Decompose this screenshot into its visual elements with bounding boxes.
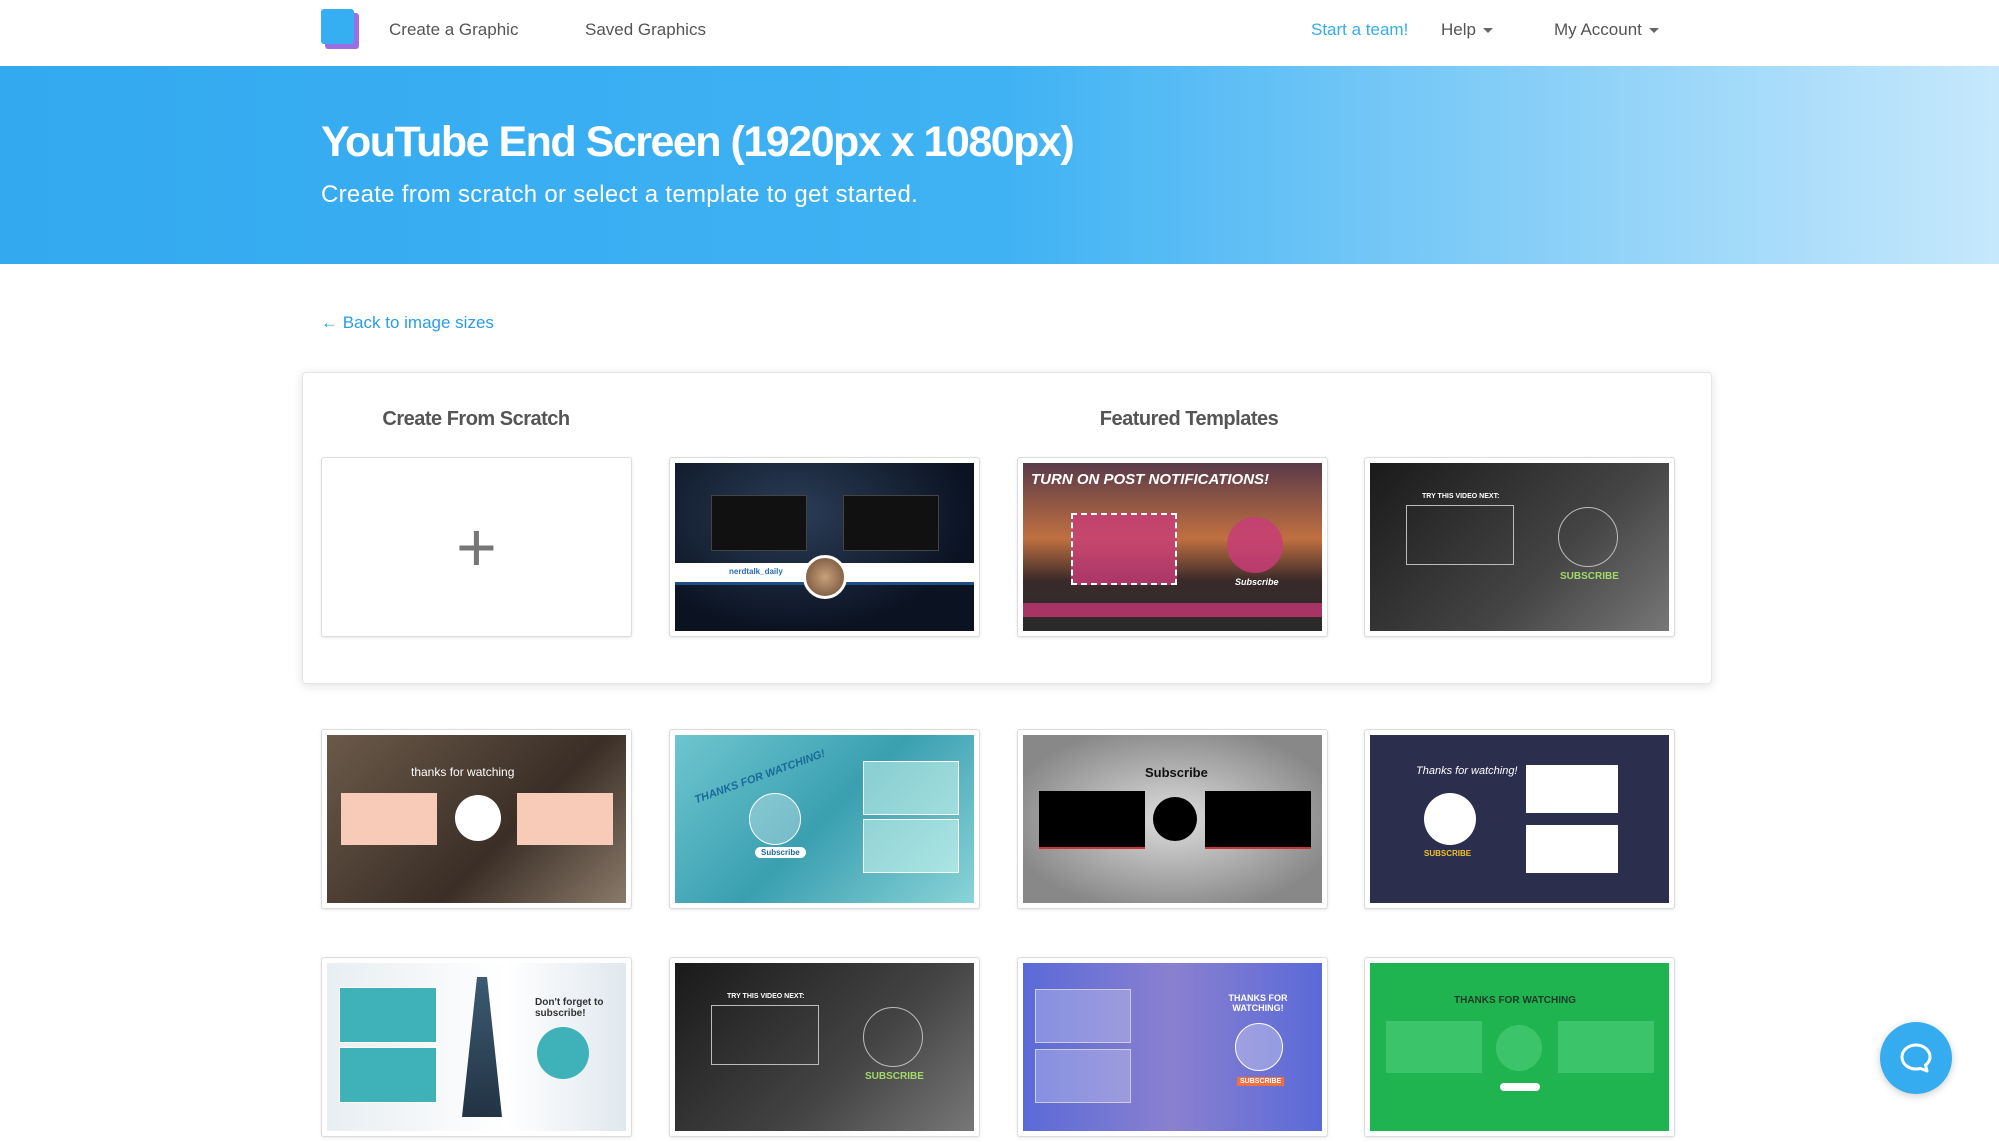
template-text: SUBSCRIBE: [1560, 571, 1619, 582]
create-from-scratch-button[interactable]: +: [321, 457, 632, 637]
template-text: SUBSCRIBE: [1237, 1077, 1285, 1086]
template-text: Don't forget to subscribe!: [535, 997, 604, 1019]
template-text: TURN ON POST NOTIFICATIONS!: [1031, 471, 1270, 488]
template-card[interactable]: thanks for watching: [321, 729, 632, 909]
top-nav: Create a Graphic Saved Graphics Start a …: [0, 0, 1999, 66]
logo[interactable]: [321, 9, 359, 49]
template-text: THANKS FOR WATCHING!: [1228, 993, 1288, 1013]
hero-banner: YouTube End Screen (1920px x 1080px) Cre…: [0, 66, 1999, 264]
template-card[interactable]: nerdtalk_daily: [669, 457, 980, 637]
nav-help[interactable]: Help: [1441, 20, 1493, 40]
help-chat-button[interactable]: [1880, 1022, 1952, 1094]
template-text: Subscribe: [1145, 765, 1208, 780]
template-card[interactable]: Thanks for watching! SUBSCRIBE: [1364, 729, 1675, 909]
caret-down-icon: [1648, 28, 1659, 34]
template-text: SUBSCRIBE: [865, 1071, 924, 1082]
template-card[interactable]: TURN ON POST NOTIFICATIONS! Subscribe: [1017, 457, 1328, 637]
template-text: nerdtalk_daily: [729, 567, 783, 576]
nav-saved-graphics[interactable]: Saved Graphics: [585, 20, 706, 40]
template-card[interactable]: THANKS FOR WATCHING! SUBSCRIBE: [1017, 957, 1328, 1137]
create-from-scratch-heading: Create From Scratch: [382, 408, 570, 430]
account-label: My Account: [1554, 20, 1642, 39]
template-text: Subscribe: [755, 847, 806, 858]
template-text: SUBSCRIBE: [1424, 849, 1472, 858]
back-to-image-sizes-link[interactable]: ← Back to image sizes: [321, 313, 494, 333]
template-text: thanks for watching: [411, 765, 515, 779]
chat-bubble-icon: [1900, 1043, 1932, 1073]
template-text: TRY THIS VIDEO NEXT:: [727, 993, 805, 1000]
page-title: YouTube End Screen (1920px x 1080px): [321, 118, 1075, 166]
template-text: Subscribe: [1235, 577, 1279, 587]
nav-my-account[interactable]: My Account: [1554, 20, 1659, 40]
featured-templates-heading: Featured Templates: [1099, 408, 1279, 430]
help-label: Help: [1441, 20, 1476, 39]
template-text: TRY THIS VIDEO NEXT:: [1422, 493, 1500, 500]
nav-create-graphic[interactable]: Create a Graphic: [389, 20, 518, 40]
page-subtitle: Create from scratch or select a template…: [321, 181, 919, 208]
template-card[interactable]: THANKS FOR WATCHING! Subscribe: [669, 729, 980, 909]
template-card[interactable]: Don't forget to subscribe!: [321, 957, 632, 1137]
template-card[interactable]: THANKS FOR WATCHING: [1364, 957, 1675, 1137]
caret-down-icon: [1482, 28, 1493, 34]
plus-icon: +: [456, 508, 497, 586]
nav-start-team[interactable]: Start a team!: [1311, 20, 1408, 40]
template-card[interactable]: Subscribe: [1017, 729, 1328, 909]
template-card[interactable]: TRY THIS VIDEO NEXT: SUBSCRIBE: [669, 957, 980, 1137]
template-card[interactable]: TRY THIS VIDEO NEXT: SUBSCRIBE: [1364, 457, 1675, 637]
template-text: Thanks for watching!: [1416, 765, 1518, 777]
template-text: THANKS FOR WATCHING: [1454, 995, 1577, 1006]
